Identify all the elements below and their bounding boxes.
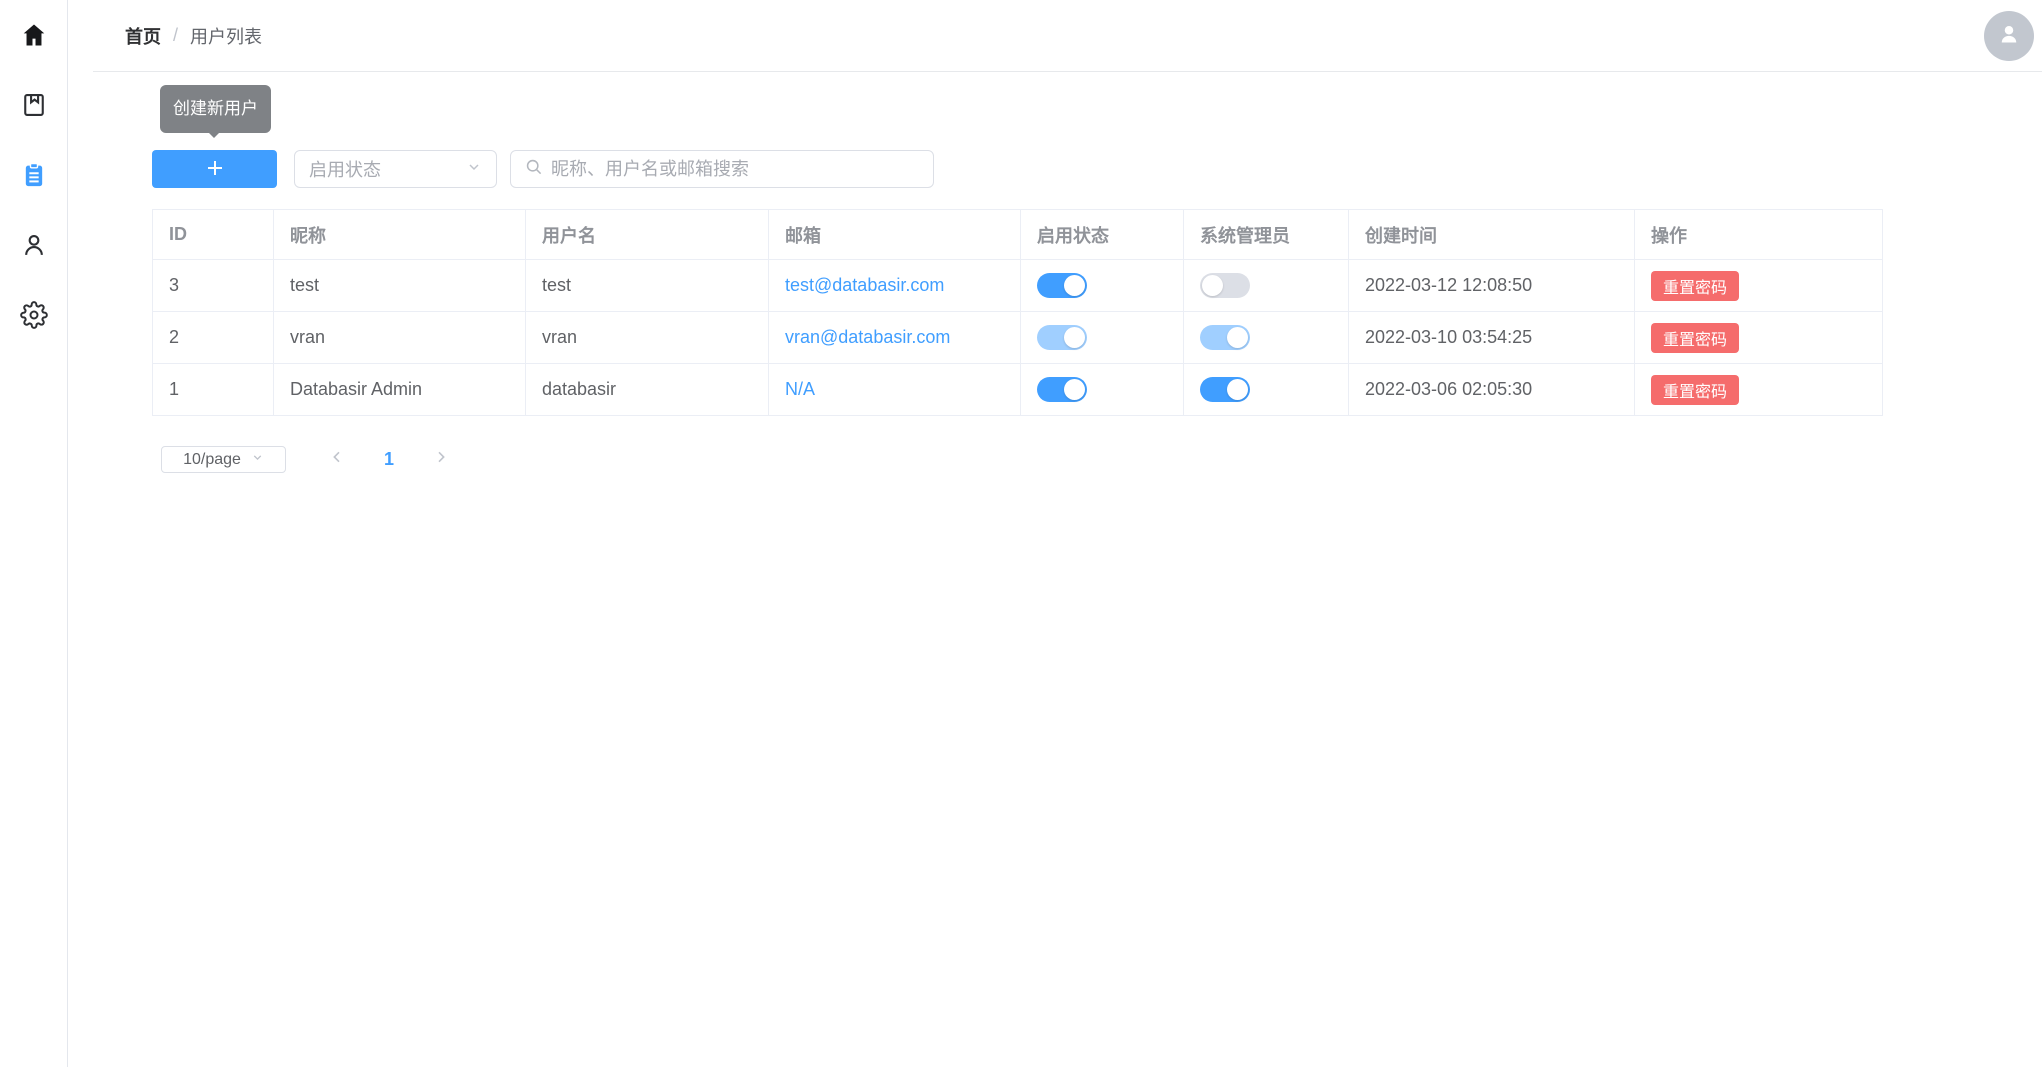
col-header-admin: 系统管理员 [1184,210,1349,260]
user-table: ID 昵称 用户名 邮箱 启用状态 系统管理员 创建时间 操作 3 test t… [152,209,1882,416]
add-user-button[interactable] [152,150,277,188]
col-header-enabled: 启用状态 [1021,210,1184,260]
email-link[interactable]: test@databasir.com [785,275,944,295]
cell-nickname: Databasir Admin [274,364,526,416]
topbar-divider [93,71,2042,72]
create-user-tooltip: 创建新用户 [160,85,271,133]
next-page-button[interactable] [418,449,464,470]
reset-password-button[interactable]: 重置密码 [1651,323,1739,353]
chevron-left-icon [329,449,345,470]
email-link[interactable]: vran@databasir.com [785,327,950,347]
sidebar [0,0,68,1067]
prev-page-button[interactable] [314,449,360,470]
page-number[interactable]: 1 [366,449,412,470]
user-avatar[interactable] [1984,11,2034,61]
status-filter-placeholder: 启用状态 [309,156,466,182]
reset-password-button[interactable]: 重置密码 [1651,375,1739,405]
book-icon [20,91,48,124]
col-header-username: 用户名 [526,210,769,260]
user-list-page: 首页 / 用户列表 创建新用户 启用状态 [0,0,2042,1067]
enabled-toggle[interactable] [1037,377,1087,402]
cell-created-at: 2022-03-10 03:54:25 [1349,312,1635,364]
page-size-select[interactable]: 10/page [161,446,286,473]
sidebar-item-home[interactable] [19,22,49,52]
table-row: 2 vran vran vran@databasir.com 2022-03-1… [153,312,1883,364]
cell-username: test [526,260,769,312]
table-header-row: ID 昵称 用户名 邮箱 启用状态 系统管理员 创建时间 操作 [153,210,1883,260]
topbar: 首页 / 用户列表 [68,0,2042,72]
cell-username: databasir [526,364,769,416]
user-icon [20,231,48,264]
person-icon [1994,19,2024,54]
chevron-down-icon [251,451,264,469]
sidebar-item-members[interactable] [19,232,49,262]
cell-id: 1 [153,364,274,416]
plus-icon [205,158,225,181]
breadcrumb: 首页 / 用户列表 [125,0,262,71]
sidebar-item-user-list[interactable] [19,162,49,192]
pagination: 10/page 1 [161,446,464,473]
cell-nickname: test [274,260,526,312]
breadcrumb-home[interactable]: 首页 [125,23,161,49]
col-header-email: 邮箱 [769,210,1021,260]
admin-toggle[interactable] [1200,377,1250,402]
table-row: 1 Databasir Admin databasir N/A 2022-03-… [153,364,1883,416]
home-icon [20,21,48,54]
cell-created-at: 2022-03-06 02:05:30 [1349,364,1635,416]
col-header-id: ID [153,210,274,260]
breadcrumb-current: 用户列表 [190,23,262,49]
sidebar-item-docs[interactable] [19,92,49,122]
cell-username: vran [526,312,769,364]
enabled-toggle[interactable] [1037,325,1087,350]
admin-toggle[interactable] [1200,325,1250,350]
chevron-right-icon [433,449,449,470]
page-size-value: 10/page [183,451,241,469]
cell-created-at: 2022-03-12 12:08:50 [1349,260,1635,312]
status-filter-select[interactable]: 启用状态 [294,150,497,188]
search-icon [524,157,543,181]
cell-id: 2 [153,312,274,364]
search-input[interactable] [551,159,920,180]
search-box [510,150,934,188]
gear-icon [20,301,48,334]
reset-password-button[interactable]: 重置密码 [1651,271,1739,301]
sidebar-item-settings[interactable] [19,302,49,332]
cell-id: 3 [153,260,274,312]
col-header-actions: 操作 [1635,210,1883,260]
col-header-nickname: 昵称 [274,210,526,260]
admin-toggle[interactable] [1200,273,1250,298]
table-row: 3 test test test@databasir.com 2022-03-1… [153,260,1883,312]
col-header-created: 创建时间 [1349,210,1635,260]
breadcrumb-separator: / [173,25,178,46]
chevron-down-icon [466,159,482,180]
enabled-toggle[interactable] [1037,273,1087,298]
cell-nickname: vran [274,312,526,364]
clipboard-icon [20,161,48,194]
email-link[interactable]: N/A [785,379,815,399]
